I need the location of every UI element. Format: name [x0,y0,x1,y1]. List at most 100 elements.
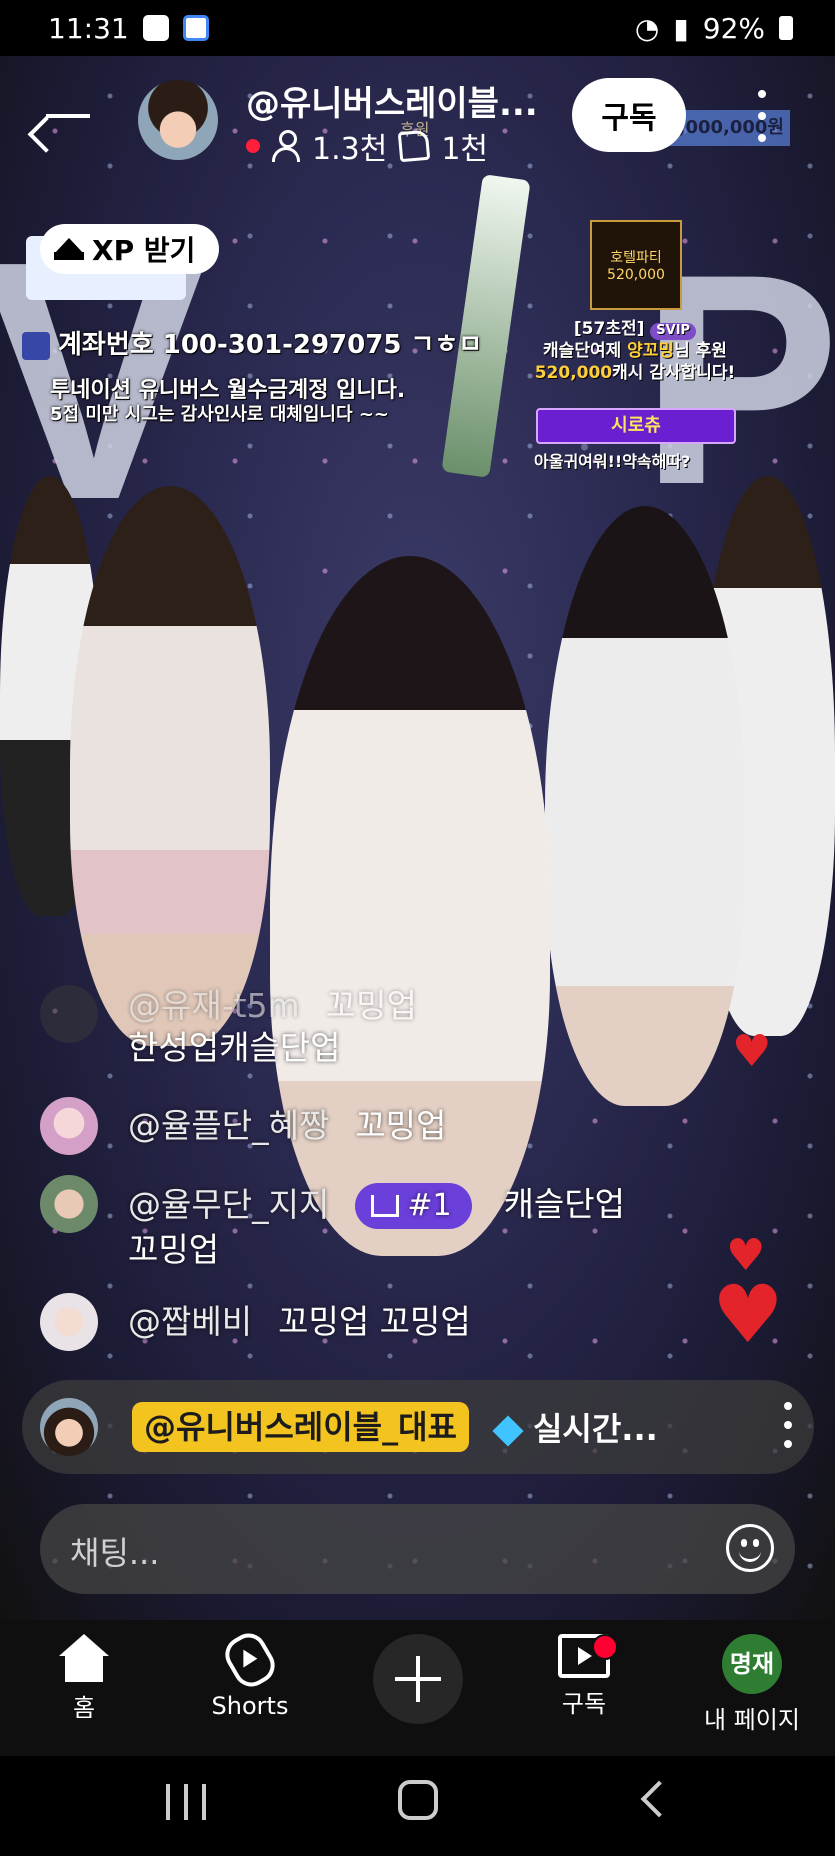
like-count: 1천 [441,132,488,167]
subscribe-button[interactable]: 구독 [572,78,686,152]
crown-icon [371,1195,400,1217]
pinned-text: 실시간... [492,1404,658,1450]
more-options-button[interactable] [748,90,776,142]
svip-badge: SVIP [650,323,697,340]
chat-avatar[interactable] [40,1293,98,1351]
emoji-button[interactable] [726,1524,774,1572]
maps-notification-icon [182,15,209,41]
donation-line-1a: 캐슬단여제 [543,341,622,362]
notification-dot [592,1634,618,1660]
home-icon [59,1634,109,1682]
more-dot-icon [784,1421,792,1429]
pinned-message[interactable]: @유니버스레이블_대표 실시간... [22,1380,814,1474]
status-time: 11:31 [48,11,129,45]
viewer-count: 1.3천 [312,132,388,167]
bottom-navigation: 홈 Shorts 구독 명재 내 페이지 [0,1620,835,1756]
channel-name[interactable]: @유니버스레이블... [246,76,538,125]
back-arrow-icon [46,114,90,118]
more-dot-icon [784,1440,792,1448]
live-indicator-dot [246,139,260,153]
hotel-party-card: 호텔파티 520,000 [590,220,682,310]
nav-my-page[interactable]: 명재 내 페이지 [682,1634,822,1735]
chat-username[interactable]: @율플단_혜짱 [128,1106,329,1145]
donation-alert: [57초전] SVIP 캐슬단여제 양꼬밍님 후원 520,000캐시 감사합니… [530,318,740,384]
shorts-icon [218,1626,282,1694]
thumbs-up-icon [398,129,431,163]
chat-message: @짭베비 꼬밍업 꼬밍업 [40,1293,471,1351]
promise-text: 아울귀여워!!약속해따? [534,452,691,471]
wifi-signal-icon: ◔ [634,11,660,45]
stream-notice-2: 5접 미만 시그는 감사인사로 대체입니다 ~~ [50,404,389,425]
nav-subscriptions[interactable]: 구독 [514,1634,654,1719]
top-donor-badge: #1 [355,1183,472,1229]
donation-line-2: 캐시 감사합니다! [612,363,736,384]
chat-text: 꼬밍업 꼬밍업 [278,1302,471,1341]
channel-avatar[interactable] [138,80,218,160]
live-stats: 1.3천 1천 [246,124,488,168]
gallery-notification-icon [142,15,169,41]
nav-shorts[interactable]: Shorts [180,1626,320,1720]
chat-username[interactable]: @율무단_지지 [128,1185,329,1224]
nav-home-label: 홈 [72,1694,96,1722]
nav-shorts-label: Shorts [211,1692,289,1720]
chat-text-continued: 한성업캐슬단업 [128,1028,341,1067]
system-home-button[interactable] [398,1780,438,1820]
diamond-icon [492,1415,524,1447]
performer-1 [70,486,270,1046]
recent-apps-button[interactable] [166,1784,206,1820]
account-info-text: 계좌번호 100-301-297075 ㄱㅎㅁ [22,324,482,361]
donation-amount: 520,000 [534,363,613,384]
chat-avatar[interactable] [40,1175,98,1233]
recents-bar-icon [184,1784,188,1820]
performer-3 [545,506,745,1106]
nav-home[interactable]: 홈 [14,1634,154,1723]
status-bar: 11:31 ◔ ▮ 92% [0,0,835,56]
chat-text: 꼬밍업 [355,1106,447,1145]
create-button[interactable] [373,1634,463,1724]
crown-icon [54,238,84,260]
battery-percent: 92% [702,11,765,45]
back-arrow-head [27,116,65,153]
chat-text-continued: 꼬밍업 [128,1230,220,1269]
chat-input-placeholder: 채팅... [70,1534,160,1572]
viewer-icon [272,130,300,162]
donation-time: [57초전] [573,319,645,339]
back-arrow-button[interactable] [27,94,96,153]
party-title: 호텔파티 [610,250,662,266]
system-back-button[interactable] [640,1780,678,1818]
xp-get-button[interactable]: XP 받기 [40,224,220,274]
party-amount: 520,000 [607,267,665,283]
my-avatar: 명재 [722,1634,782,1694]
event-bar: 시로츄 [536,408,736,444]
chat-message: @율플단_혜짱 꼬밍업 [40,1097,446,1155]
nav-my-page-label: 내 페이지 [704,1706,800,1734]
chat-input-field[interactable]: 채팅... [40,1504,795,1594]
chat-avatar[interactable] [40,985,98,1043]
live-header: 후원 0,000,000원 @유니버스레이블... 1.3천 1천 구독 [0,56,835,176]
xp-button-label: XP 받기 [92,234,196,267]
pinned-more-button[interactable] [774,1402,802,1448]
more-dot-icon [758,134,766,142]
chat-message: @율무단_지지 #1 캐슬단업 꼬밍업 [40,1175,625,1271]
chat-text: 캐슬단업 [503,1184,625,1224]
like-reaction-heart-icon[interactable]: ♥ [712,1268,784,1361]
chat-message: @유재-t5m 꼬밍업 한성업캐슬단업 [40,985,417,1069]
kbank-logo-icon [22,331,50,360]
chat-avatar[interactable] [40,1097,98,1155]
chat-username[interactable]: @짭베비 [128,1302,252,1341]
smiley-icon [739,1549,761,1562]
recents-bar-icon [166,1784,170,1820]
nav-subscriptions-label: 구독 [561,1690,607,1718]
battery-icon [779,16,793,40]
donor-name: 양꼬밍 [627,341,675,362]
recents-bar-icon [202,1784,206,1820]
system-navigation-bar [0,1756,835,1856]
cell-signal-icon: ▮ [673,11,689,45]
more-dot-icon [758,90,766,98]
chat-username[interactable]: @유재-t5m [128,986,300,1025]
pinned-username: @유니버스레이블_대표 [132,1402,469,1452]
floating-heart-icon: ♥ [732,1026,772,1077]
more-dot-icon [784,1402,792,1410]
donation-line-1c: 님 후원 [674,341,727,362]
chat-text: 꼬밍업 [325,986,417,1025]
